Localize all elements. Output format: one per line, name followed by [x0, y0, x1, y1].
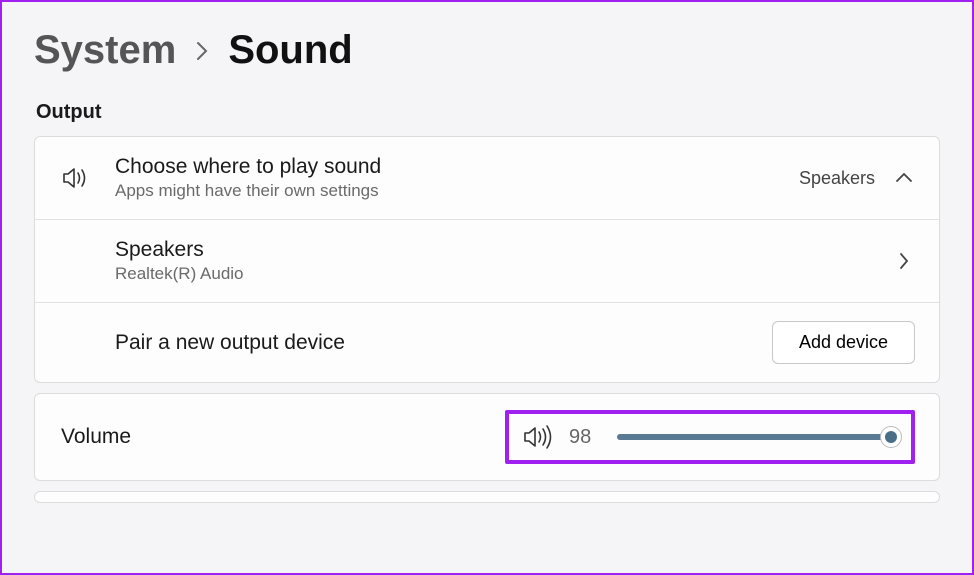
speakers-device-row[interactable]: Speakers Realtek(R) Audio [35, 220, 939, 303]
volume-value: 98 [569, 426, 603, 449]
speaker-icon [59, 165, 95, 191]
output-card-group: Choose where to play sound Apps might ha… [34, 136, 940, 383]
breadcrumb-parent[interactable]: System [34, 28, 176, 73]
choose-output-subtitle: Apps might have their own settings [115, 181, 799, 201]
volume-controls-highlight: 98 [505, 410, 915, 464]
chevron-right-icon [893, 250, 915, 272]
choose-output-row[interactable]: Choose where to play sound Apps might ha… [35, 137, 939, 220]
output-section-label: Output [36, 101, 940, 124]
slider-thumb[interactable] [880, 426, 902, 448]
breadcrumb-current: Sound [228, 28, 352, 73]
selected-output-value: Speakers [799, 168, 875, 189]
add-device-button[interactable]: Add device [772, 321, 915, 364]
pair-device-row: Pair a new output device Add device [35, 303, 939, 382]
device-driver: Realtek(R) Audio [115, 264, 893, 284]
choose-output-title: Choose where to play sound [115, 155, 799, 179]
breadcrumb: System Sound [34, 28, 940, 73]
device-name: Speakers [115, 238, 893, 262]
volume-card: Volume 98 [34, 393, 940, 481]
next-card-partial [34, 491, 940, 503]
volume-slider[interactable] [617, 426, 897, 448]
volume-label: Volume [59, 425, 505, 449]
pair-device-label: Pair a new output device [115, 331, 772, 355]
speaker-icon[interactable] [523, 424, 555, 450]
chevron-right-icon [194, 40, 210, 62]
chevron-up-icon [893, 167, 915, 189]
